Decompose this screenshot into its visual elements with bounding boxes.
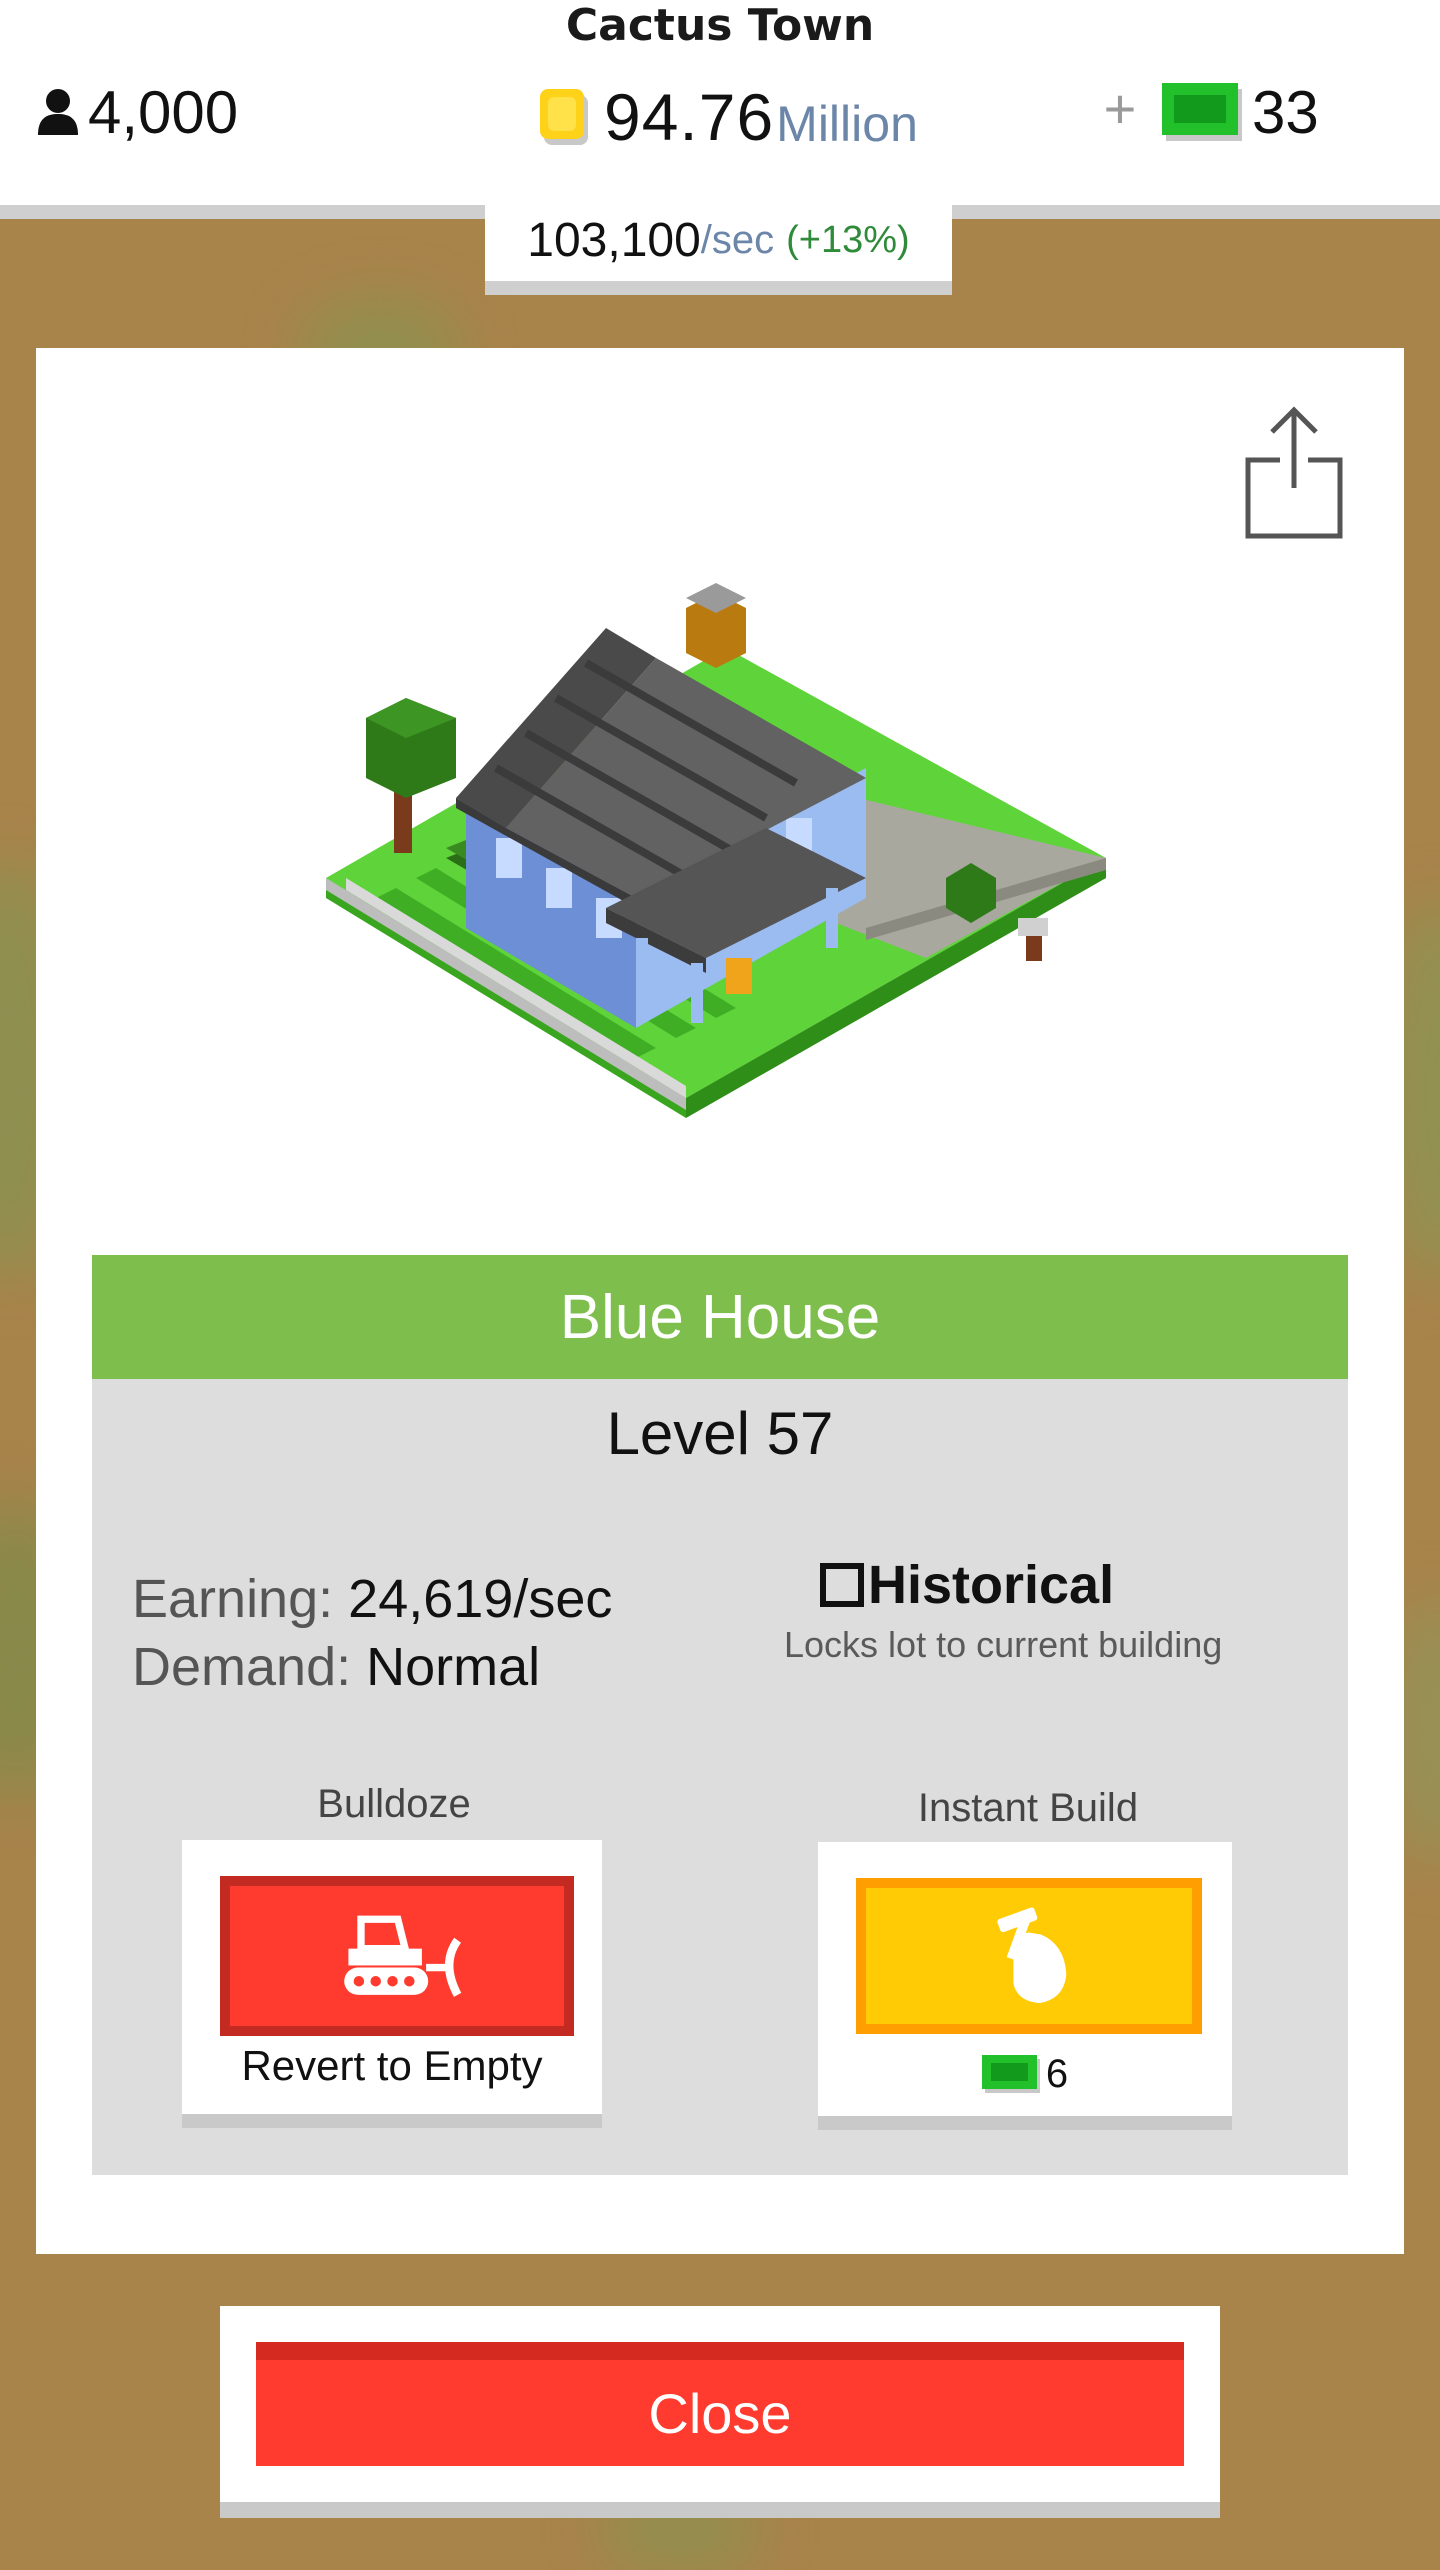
money-value: 94.76 <box>604 80 775 154</box>
earning-label: Earning: <box>132 1569 334 1629</box>
coin-icon <box>540 89 588 145</box>
add-cash-button[interactable]: + <box>1100 74 1140 144</box>
historical-description: Locks lot to current building <box>784 1624 1223 1665</box>
building-name-bar: Blue House <box>92 1255 1348 1379</box>
hammer-hand-icon <box>997 1907 1067 2004</box>
cash-icon <box>981 2055 1040 2093</box>
earning-row: Earning: 24,619/sec <box>132 1565 612 1633</box>
earning-value: 24,619/sec <box>348 1569 613 1629</box>
cash-icon <box>1162 83 1242 141</box>
instant-build-cost-value: 6 <box>1045 2051 1069 2096</box>
instant-build-button[interactable] <box>856 1878 1202 2034</box>
income-rate-unit: /sec <box>700 217 775 262</box>
close-panel-shadow <box>220 2502 1220 2518</box>
historical-toggle[interactable]: Historical Locks lot to current building <box>784 1554 1284 1666</box>
bulldozer-icon <box>344 1915 462 1997</box>
bulldoze-button[interactable] <box>220 1876 574 2036</box>
money-display: 94.76 Million <box>538 72 918 162</box>
revert-to-empty-text: Revert to Empty <box>241 2042 543 2089</box>
income-rate-value: 103,100 <box>527 213 701 267</box>
historical-row[interactable]: Historical <box>820 1554 1284 1616</box>
town-name: Cactus Town <box>565 0 875 51</box>
demand-row: Demand: Normal <box>132 1633 612 1701</box>
income-rate-bonus: (+13%) <box>786 218 910 261</box>
building-level: Level 57 <box>606 1400 834 1467</box>
demand-value: Normal <box>366 1637 541 1697</box>
historical-label: Historical <box>868 1555 1115 1615</box>
person-icon <box>38 89 78 135</box>
instant-build-panel-shadow <box>818 2116 1232 2130</box>
population-display: 4,000 <box>36 72 238 152</box>
demand-label: Demand: <box>132 1637 352 1697</box>
population-value: 4,000 <box>88 78 239 146</box>
bulldoze-label: Bulldoze <box>317 1782 471 1826</box>
historical-checkbox[interactable] <box>820 1563 864 1607</box>
building-illustration <box>326 583 1106 1118</box>
cash-value: 33 <box>1252 78 1319 146</box>
money-unit: Million <box>776 96 918 152</box>
income-rate: 103,100 /sec (+13%) <box>485 205 952 275</box>
instant-build-label: Instant Build <box>917 1786 1139 1830</box>
bulldoze-panel-shadow <box>182 2114 602 2128</box>
share-icon[interactable] <box>1240 402 1350 542</box>
close-button[interactable]: Close <box>256 2342 1184 2466</box>
instant-build-cost: 6 <box>818 2048 1232 2100</box>
building-name: Blue House <box>559 1282 881 1352</box>
close-button-label: Close <box>648 2381 792 2445</box>
income-rate-tab-shadow <box>485 281 952 295</box>
building-stats: Earning: 24,619/sec Demand: Normal <box>132 1565 612 1701</box>
cash-display[interactable]: 33 <box>1162 72 1319 152</box>
